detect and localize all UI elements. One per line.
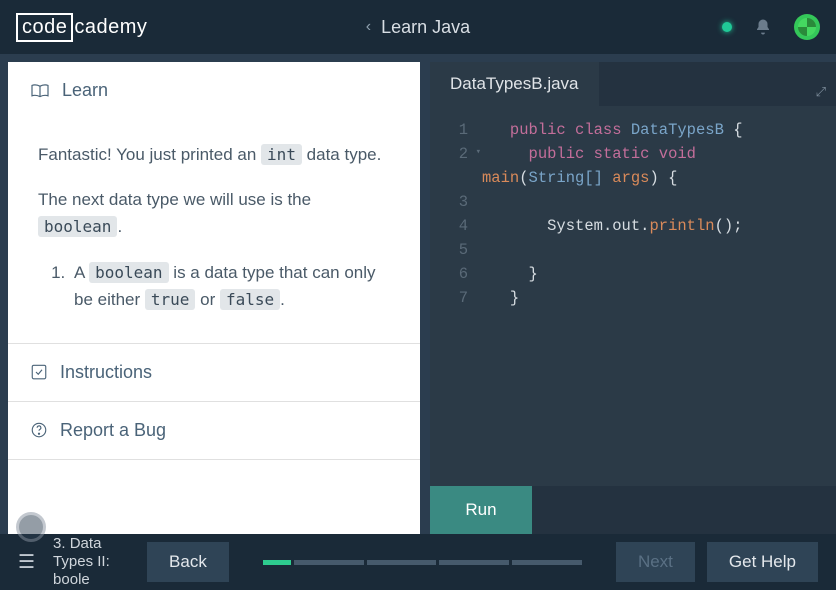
report-bug-header[interactable]: Report a Bug (8, 402, 420, 459)
report-bug-section: Report a Bug (8, 402, 420, 460)
instructions-header[interactable]: Instructions (8, 344, 420, 401)
report-bug-label: Report a Bug (60, 420, 166, 441)
logo[interactable]: codecademy (16, 13, 147, 42)
app-header: codecademy ‹ Learn Java (0, 0, 836, 54)
progress-segment (294, 560, 364, 565)
checkbox-icon (30, 363, 48, 381)
learn-header[interactable]: Learn (8, 62, 420, 119)
bell-icon[interactable] (754, 18, 772, 36)
status-dot-icon (722, 22, 732, 32)
loading-circle-icon-2 (16, 512, 46, 542)
question-icon (30, 421, 48, 439)
code-int: int (261, 144, 302, 165)
run-button[interactable]: Run (430, 486, 532, 534)
learn-section: Learn Fantastic! You just printed an int… (8, 62, 420, 344)
code-editor[interactable]: 1 public class DataTypesB { 2▾ public st… (430, 106, 836, 486)
code-false: false (220, 289, 280, 310)
course-title: Learn Java (381, 17, 470, 38)
tab-filename: DataTypesB.java (450, 74, 579, 94)
run-bar: Run (430, 486, 836, 534)
instructions-label: Instructions (60, 362, 152, 383)
progress-segment (367, 560, 437, 565)
intro-paragraph: Fantastic! You just printed an int data … (38, 141, 390, 168)
lesson-title: 3. Data Types II: boole (53, 535, 135, 589)
fold-icon[interactable]: ▾ (476, 146, 481, 160)
code-boolean-2: boolean (89, 262, 168, 283)
next-button[interactable]: Next (616, 542, 695, 582)
instructions-panel: Learn Fantastic! You just printed an int… (0, 54, 420, 534)
chevron-left-icon: ‹ (366, 18, 371, 36)
header-actions (722, 14, 820, 40)
main-area: Learn Fantastic! You just printed an int… (0, 54, 836, 534)
fullscreen-icon[interactable]: ⤢ (816, 84, 826, 100)
back-button[interactable]: Back (147, 542, 229, 582)
editor-panel: DataTypesB.java ⤢ 1 public class DataTyp… (430, 62, 836, 534)
learn-list: A boolean is a data type that can only b… (38, 259, 390, 313)
progress-segment (439, 560, 509, 565)
menu-icon[interactable]: ☰ (18, 551, 35, 574)
tab-file[interactable]: DataTypesB.java (430, 62, 599, 106)
get-help-button[interactable]: Get Help (707, 542, 818, 582)
editor-tabs: DataTypesB.java ⤢ (430, 62, 836, 106)
avatar-image (798, 18, 816, 36)
list-item: A boolean is a data type that can only b… (70, 259, 390, 313)
tab-filler: ⤢ (599, 62, 836, 106)
progress-segment (263, 560, 291, 565)
logo-box: code (16, 13, 73, 42)
progress-segment (512, 560, 582, 565)
learn-content: Fantastic! You just printed an int data … (8, 119, 420, 343)
footer-bar: ☰ 3. Data Types II: boole Back Next Get … (0, 534, 836, 590)
progress-bar (263, 560, 582, 565)
code-boolean: boolean (38, 216, 117, 237)
course-breadcrumb[interactable]: ‹ Learn Java (366, 17, 470, 38)
avatar[interactable] (794, 14, 820, 40)
logo-text: cademy (74, 16, 147, 39)
book-icon (30, 83, 50, 99)
instructions-scroll[interactable]: Learn Fantastic! You just printed an int… (8, 62, 420, 534)
code-true: true (145, 289, 196, 310)
learn-label: Learn (62, 80, 108, 101)
instructions-section: Instructions (8, 344, 420, 402)
next-paragraph: The next data type we will use is the bo… (38, 186, 390, 240)
